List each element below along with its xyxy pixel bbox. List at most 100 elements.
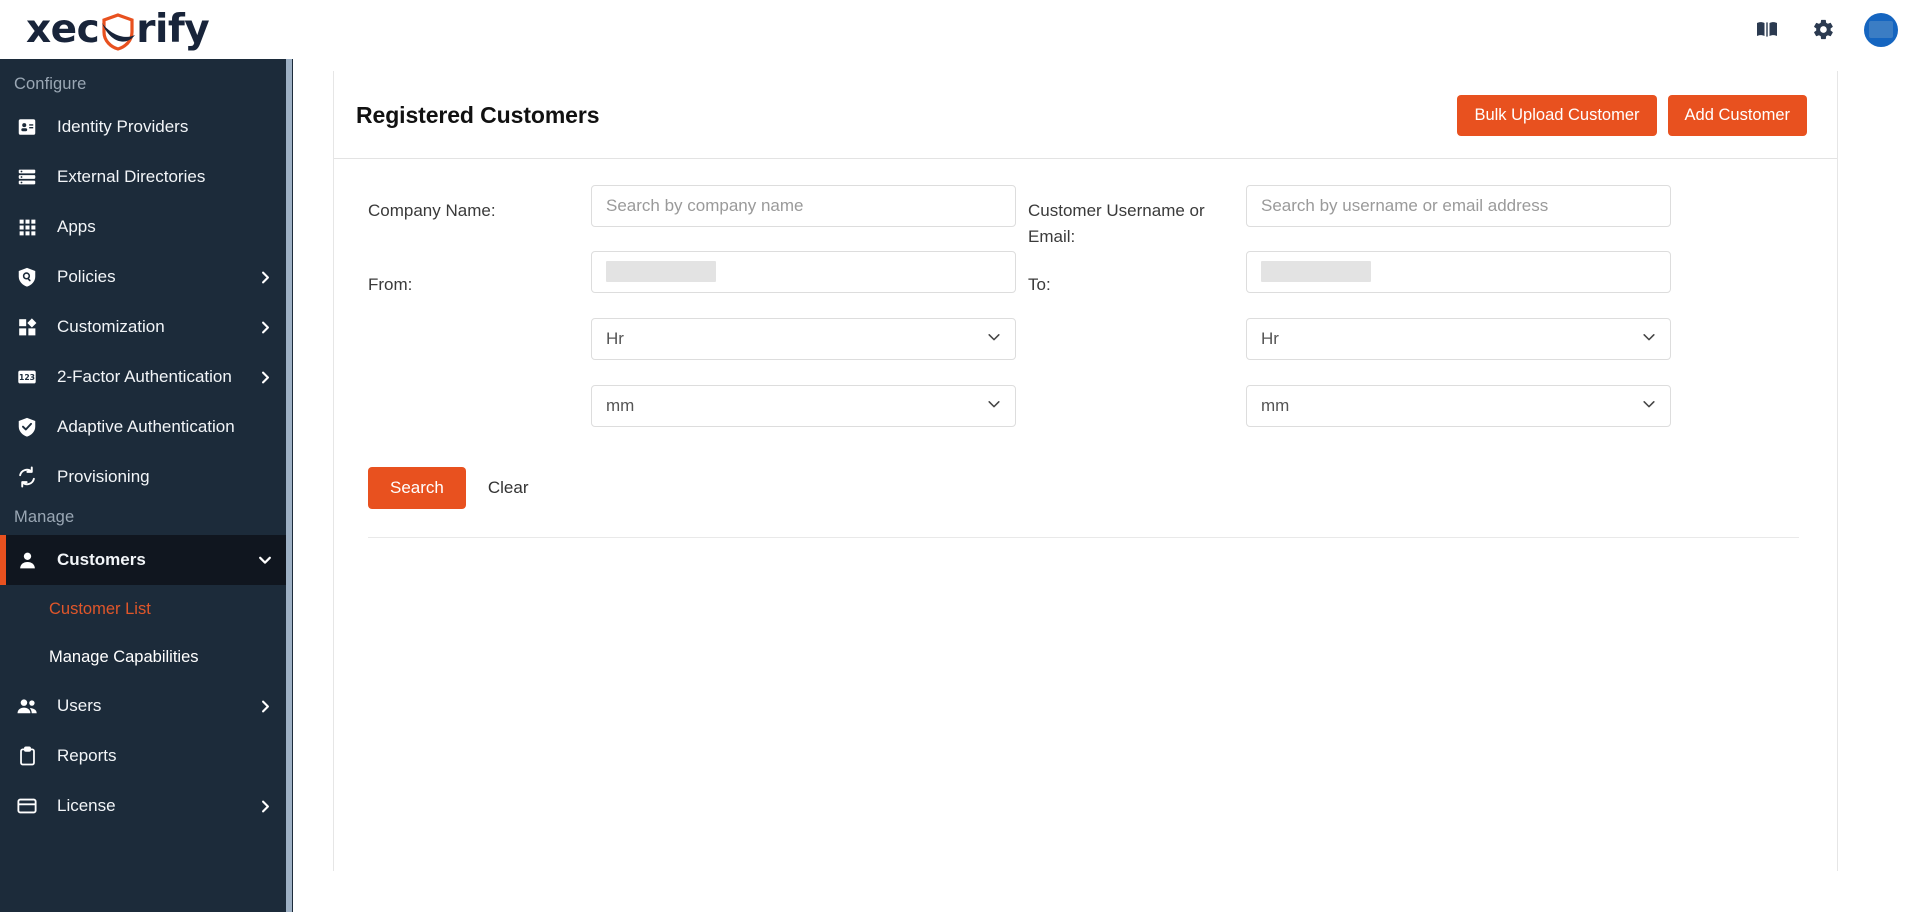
from-minute-select[interactable]: mm	[591, 385, 1016, 427]
sidebar-content: Configure Identity Providers	[0, 59, 287, 912]
from-date-input[interactable]	[591, 251, 1016, 293]
sidebar-item-identity-providers[interactable]: Identity Providers	[0, 102, 287, 152]
from-minute-value: mm	[606, 396, 987, 416]
topbar-actions	[1752, 13, 1898, 47]
logo-text-before: xec	[26, 10, 99, 49]
sidebar-item-customers[interactable]: Customers	[0, 535, 287, 585]
grid-icon	[14, 215, 40, 239]
filter-actions: Search Clear	[356, 445, 1807, 537]
list-icon	[14, 165, 40, 189]
filter-divider	[368, 537, 1799, 538]
sidebar-item-label: External Directories	[57, 167, 273, 187]
top-bar: xec rify	[0, 0, 1920, 59]
card-icon	[14, 794, 40, 818]
chevron-right-icon	[257, 371, 273, 384]
to-hour-select[interactable]: Hr	[1246, 318, 1671, 360]
registered-customers-panel: Registered Customers Bulk Upload Custome…	[333, 71, 1838, 871]
chevron-right-icon	[257, 321, 273, 334]
shield-search-icon	[14, 265, 40, 289]
sidebar-item-label: Reports	[57, 746, 273, 766]
sidebar-item-customization[interactable]: Customization	[0, 302, 287, 352]
gear-icon[interactable]	[1808, 15, 1838, 45]
to-minute-select[interactable]: mm	[1246, 385, 1671, 427]
sidebar-item-label: Users	[57, 696, 257, 716]
filter-form: Company Name: Customer Username or Email…	[334, 159, 1837, 538]
people-icon	[14, 694, 40, 718]
sidebar-item-label: Customization	[57, 317, 257, 337]
from-hour-value: Hr	[606, 329, 987, 349]
chevron-down-icon	[1642, 329, 1656, 349]
sidebar-subitem-label: Customer List	[49, 600, 151, 619]
chevron-down-icon	[1642, 396, 1656, 416]
to-hour-value: Hr	[1261, 329, 1642, 349]
sync-icon	[14, 465, 40, 489]
from-hour-wrap: Hr	[591, 318, 1016, 360]
shield-logo-icon	[101, 13, 135, 51]
company-name-field	[591, 185, 1016, 245]
sidebar-item-label: Provisioning	[57, 467, 273, 487]
from-label: From:	[356, 251, 591, 298]
from-hour-select[interactable]: Hr	[591, 318, 1016, 360]
person-icon	[14, 548, 40, 572]
sidebar-item-label: 2-Factor Authentication	[57, 367, 257, 387]
user-avatar[interactable]	[1864, 13, 1898, 47]
clear-button[interactable]: Clear	[476, 467, 541, 509]
sidebar-item-adaptive-authentication[interactable]: Adaptive Authentication	[0, 402, 287, 452]
chevron-down-icon	[257, 553, 273, 567]
search-button[interactable]: Search	[368, 467, 466, 509]
chevron-right-icon	[257, 700, 273, 713]
sidebar-item-policies[interactable]: Policies	[0, 252, 287, 302]
company-name-input[interactable]	[591, 185, 1016, 227]
to-field-group: Hr mm	[1246, 251, 1671, 445]
customer-username-label: Customer Username or Email:	[1016, 185, 1246, 251]
book-icon[interactable]	[1752, 15, 1782, 45]
sidebar-item-label: Apps	[57, 217, 257, 237]
chevron-down-icon	[987, 396, 1001, 416]
app-logo[interactable]: xec rify	[26, 8, 209, 52]
panel-header: Registered Customers Bulk Upload Custome…	[334, 71, 1837, 159]
sidebar-item-label: Identity Providers	[57, 117, 273, 137]
id-card-icon	[14, 115, 40, 139]
chevron-right-icon	[257, 271, 273, 284]
shield-check-icon	[14, 415, 40, 439]
logo-text: xec rify	[26, 10, 209, 49]
numeric-123-icon: 123	[14, 365, 40, 389]
add-customer-button[interactable]: Add Customer	[1668, 95, 1807, 136]
from-minute-wrap: mm	[591, 385, 1016, 427]
sidebar-subitem-label: Manage Capabilities	[49, 648, 199, 667]
to-date-input[interactable]	[1246, 251, 1671, 293]
sidebar: Configure Identity Providers	[0, 59, 293, 912]
puzzle-icon	[14, 315, 40, 339]
from-field-group: Hr mm	[591, 251, 1016, 445]
customer-username-field	[1246, 185, 1671, 245]
sidebar-item-external-directories[interactable]: External Directories	[0, 152, 287, 202]
filter-grid: Company Name: Customer Username or Email…	[356, 185, 1807, 445]
header-actions: Bulk Upload Customer Add Customer	[1457, 95, 1807, 136]
sidebar-item-apps[interactable]: Apps	[0, 202, 287, 252]
to-date-redacted-value	[1261, 261, 1371, 282]
sidebar-item-license[interactable]: License	[0, 781, 287, 831]
page-title: Registered Customers	[356, 102, 599, 129]
sidebar-subitem-customer-list[interactable]: Customer List	[0, 585, 287, 633]
svg-text:123: 123	[19, 373, 35, 382]
to-minute-wrap: mm	[1246, 385, 1671, 427]
bulk-upload-customer-button[interactable]: Bulk Upload Customer	[1457, 95, 1656, 136]
sidebar-subitem-manage-capabilities[interactable]: Manage Capabilities	[0, 633, 287, 681]
sidebar-section-configure: Configure	[0, 69, 287, 102]
sidebar-section-manage: Manage	[0, 502, 287, 535]
customer-username-input[interactable]	[1246, 185, 1671, 227]
sidebar-scrollbar[interactable]	[286, 59, 292, 912]
logo-text-after: rify	[136, 10, 209, 49]
sidebar-item-label: License	[57, 796, 257, 816]
to-label: To:	[1016, 251, 1246, 298]
sidebar-item-provisioning[interactable]: Provisioning	[0, 452, 287, 502]
company-name-label: Company Name:	[356, 185, 591, 224]
sidebar-item-2-factor-authentication[interactable]: 123 2-Factor Authentication	[0, 352, 287, 402]
main-content: Registered Customers Bulk Upload Custome…	[293, 59, 1920, 912]
sidebar-item-label: Customers	[57, 550, 257, 570]
sidebar-item-label: Adaptive Authentication	[57, 417, 273, 437]
to-minute-value: mm	[1261, 396, 1642, 416]
sidebar-item-users[interactable]: Users	[0, 681, 287, 731]
chevron-down-icon	[987, 329, 1001, 349]
sidebar-item-reports[interactable]: Reports	[0, 731, 287, 781]
